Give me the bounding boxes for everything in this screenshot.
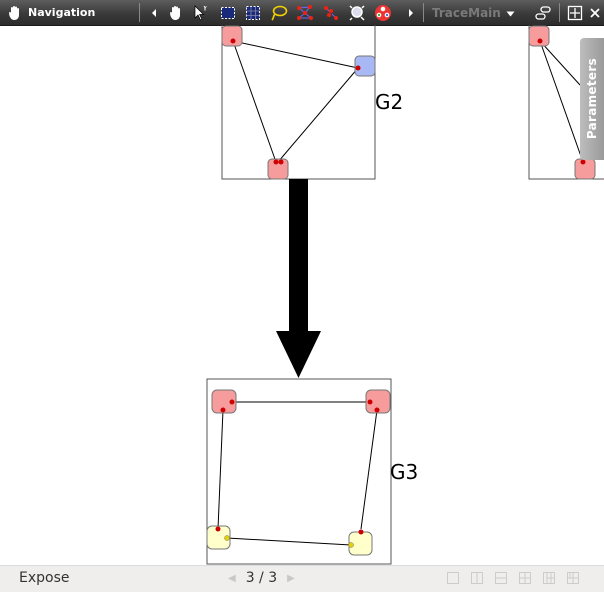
toolbar-separator [139, 3, 140, 22]
graph-g3-label: G3 [390, 460, 418, 484]
node-port [278, 159, 284, 165]
node-port [220, 407, 226, 413]
layout-toolbar [446, 571, 580, 585]
node-port [229, 399, 235, 405]
layout-rows-icon[interactable] [494, 571, 508, 585]
magnifier-icon[interactable] [347, 3, 366, 22]
next-page-icon[interactable]: ▶ [287, 573, 295, 584]
node-port [580, 159, 586, 165]
toolbar-separator [559, 3, 560, 22]
node-port [358, 529, 364, 535]
perspective-selector[interactable]: TraceMain [432, 0, 515, 25]
node-port [273, 159, 279, 165]
red-node-network-icon[interactable] [295, 3, 314, 22]
graph-edge [277, 67, 359, 163]
graph-g2-frame [221, 25, 376, 180]
node-port [367, 399, 373, 405]
graph-edge [539, 40, 581, 86]
color-wheel-icon[interactable] [373, 3, 392, 22]
hand-icon [8, 5, 22, 21]
hand-tool-icon[interactable] [166, 3, 185, 22]
graph-g3[interactable]: G3 [206, 378, 418, 565]
parameters-tab[interactable]: Parameters [580, 38, 604, 160]
arrow-right-icon[interactable] [401, 3, 420, 22]
layout-four-grid-icon[interactable] [566, 571, 580, 585]
grid-select-icon[interactable] [243, 3, 262, 22]
node-port [355, 65, 361, 71]
graph-edge [232, 40, 277, 163]
scroll-left-icon[interactable] [144, 3, 163, 22]
frame-icon[interactable] [565, 3, 584, 22]
page-navigator: ◀ 3 / 3 ▶ [228, 570, 295, 586]
node-port [374, 407, 380, 413]
link-icon[interactable] [533, 3, 552, 22]
navigation-title: Navigation [28, 6, 96, 19]
mode-label[interactable]: Expose [19, 570, 70, 586]
rect-select-icon[interactable] [218, 3, 237, 22]
node-port [537, 38, 543, 44]
node-port [215, 526, 221, 532]
node-port [348, 542, 354, 548]
node-port [230, 38, 236, 44]
graph-g2-label: G2 [375, 90, 403, 114]
lasso-icon[interactable] [269, 3, 288, 22]
toolbar: Navigation TraceMain [0, 0, 604, 26]
close-icon[interactable] [585, 3, 604, 22]
perspective-label: TraceMain [432, 5, 501, 20]
pointer-icon[interactable] [191, 3, 210, 22]
chevron-down-icon [506, 6, 515, 20]
layout-single-icon[interactable] [446, 571, 460, 585]
node-port [224, 535, 230, 541]
graph-canvas[interactable]: G2 G3 [0, 25, 604, 565]
layout-three-column-icon[interactable] [542, 571, 556, 585]
layout-grid-icon[interactable] [518, 571, 532, 585]
previous-page-icon[interactable]: ◀ [228, 573, 236, 584]
graph-edge [217, 409, 224, 530]
graph-edge [360, 409, 378, 530]
layout-columns-icon[interactable] [470, 571, 484, 585]
graph-g2[interactable]: G2 [221, 25, 403, 180]
status-bar: Expose ◀ 3 / 3 ▶ [0, 565, 604, 592]
navigation-menu[interactable]: Navigation [8, 0, 138, 25]
graph-edge [226, 537, 352, 546]
parameters-label: Parameters [585, 58, 599, 140]
graph-edge [539, 40, 584, 163]
transition-arrow [276, 179, 321, 378]
toolbar-separator [423, 3, 424, 22]
page-indicator: 3 / 3 [245, 570, 278, 586]
red-dots-icon[interactable] [321, 3, 340, 22]
graph-edge [232, 40, 359, 69]
